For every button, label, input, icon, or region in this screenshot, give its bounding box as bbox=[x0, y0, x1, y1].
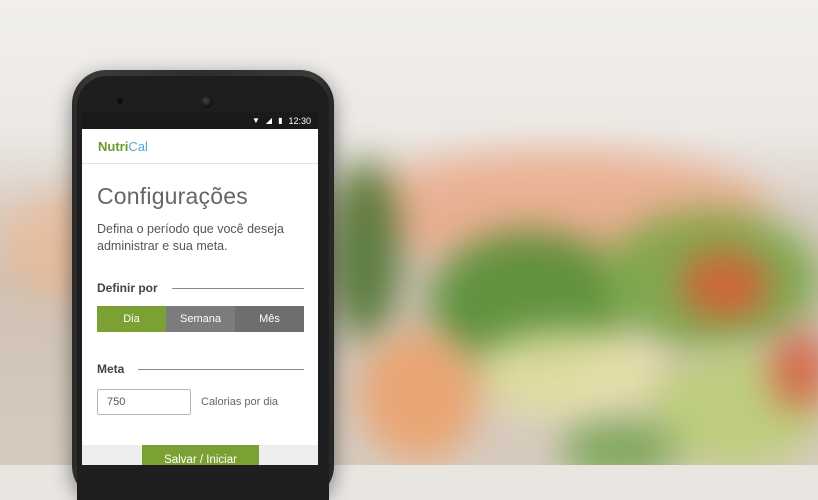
divider bbox=[171, 287, 304, 289]
proximity-sensor bbox=[117, 98, 123, 104]
page-description: Defina o período que você deseja adminis… bbox=[97, 222, 284, 253]
period-option-semana[interactable]: Semana bbox=[166, 306, 235, 332]
wifi-icon: ▼ bbox=[251, 115, 260, 125]
app-header: NutriCal bbox=[82, 129, 318, 164]
period-section-header: Definir por bbox=[97, 281, 304, 295]
logo-cal-text: Cal bbox=[128, 138, 148, 154]
page-title: Configurações bbox=[97, 183, 248, 209]
goal-calories-input[interactable] bbox=[97, 389, 191, 415]
settings-content: Configurações Defina o período que você … bbox=[82, 183, 318, 415]
goal-label: Meta bbox=[97, 362, 125, 376]
goal-unit-label: Calorias por dia bbox=[201, 396, 279, 408]
logo-nutri-text: Nutri bbox=[98, 138, 129, 154]
period-label: Definir por bbox=[97, 281, 158, 295]
period-option-mes[interactable]: Mês bbox=[235, 306, 304, 332]
battery-icon: ▮ bbox=[278, 115, 283, 125]
goal-row: Calorias por dia bbox=[97, 389, 304, 415]
save-start-button[interactable]: Salvar / Iniciar bbox=[142, 445, 259, 465]
footer-bar: Salvar / Iniciar bbox=[82, 445, 318, 465]
period-option-dia[interactable]: Dia bbox=[97, 306, 166, 332]
app-logo[interactable]: NutriCal bbox=[98, 139, 148, 154]
status-bar: ▼ ◢ ▮ 12:30 bbox=[82, 112, 318, 129]
signal-icon: ◢ bbox=[265, 115, 273, 125]
app-screen: ▼ ◢ ▮ 12:30 NutriCal Configurações Defin… bbox=[82, 112, 318, 465]
divider bbox=[138, 368, 304, 370]
period-segmented-control: Dia Semana Mês bbox=[97, 306, 304, 332]
front-camera bbox=[201, 96, 213, 108]
status-time: 12:30 bbox=[288, 115, 311, 126]
goal-section-header: Meta bbox=[97, 362, 304, 376]
